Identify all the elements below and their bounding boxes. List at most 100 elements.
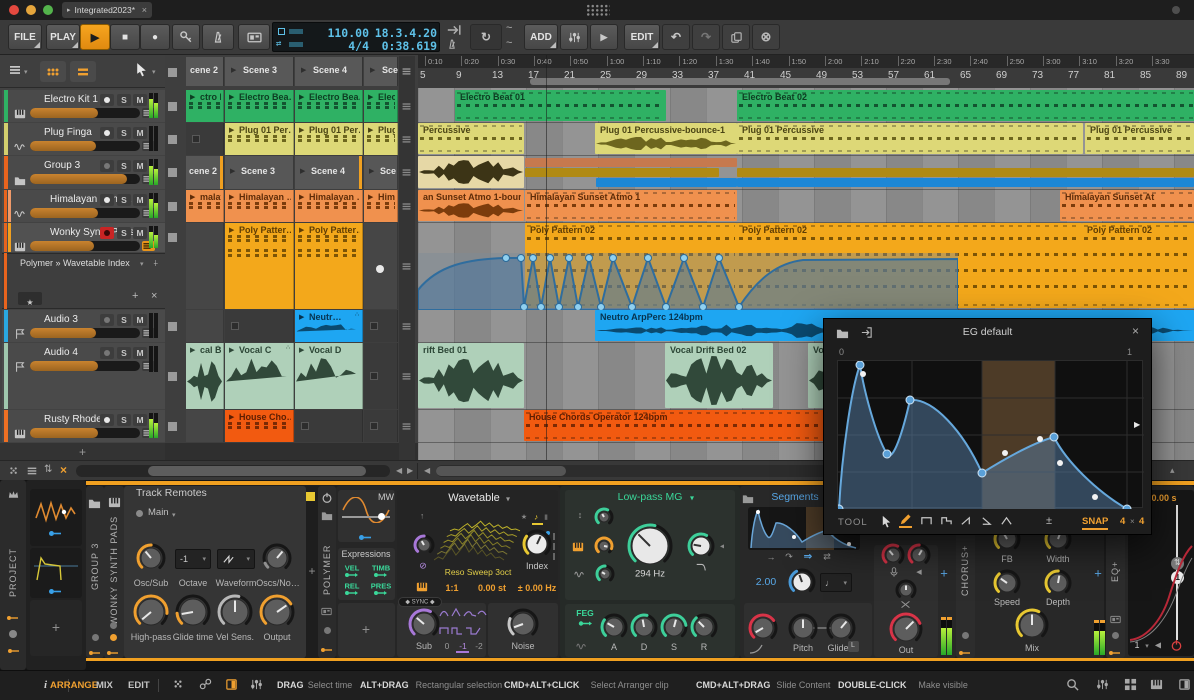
project-module-thumb-osc[interactable] xyxy=(34,496,78,526)
track-name[interactable]: Audio 4 xyxy=(44,347,78,358)
mixer-io-icon[interactable] xyxy=(250,678,263,691)
view-mode-mix[interactable]: MIX xyxy=(96,680,113,691)
arranger-clip[interactable]: Himalayan Sunset Atmo 1 xyxy=(525,190,737,221)
device-knob[interactable] xyxy=(1015,608,1049,642)
scene-header-2[interactable]: cene 2 xyxy=(186,57,224,86)
tab-close-icon[interactable]: × xyxy=(142,5,147,15)
mw-slider-handle[interactable] xyxy=(378,513,385,520)
transport-display[interactable]: ⇄ 110.00 4/4 18.3.4.20 0:38.619 xyxy=(272,22,440,53)
mute-button[interactable]: M xyxy=(133,194,147,206)
eg-ramp-up-tool[interactable] xyxy=(960,515,973,528)
arm-button[interactable] xyxy=(100,314,114,326)
arranger-clip[interactable] xyxy=(525,158,737,167)
arranger-clip[interactable]: Plug 01 Percussive xyxy=(737,123,1083,154)
view-mode-arrange[interactable]: ARRANGE xyxy=(50,680,98,691)
launcher-clip[interactable]: ▶ctro Bea… xyxy=(186,90,224,122)
mute-button[interactable]: M xyxy=(133,94,147,106)
eg-envelope-graph[interactable] xyxy=(837,360,1144,509)
device-knob[interactable] xyxy=(788,613,818,643)
launcher-slot-empty[interactable] xyxy=(364,343,398,409)
tempo-value[interactable]: 110.00 xyxy=(311,26,369,40)
device-knob[interactable] xyxy=(788,568,816,596)
file-menu-button[interactable]: FILE xyxy=(8,24,42,50)
launcher-slot-empty[interactable] xyxy=(186,123,224,155)
metronome-button[interactable] xyxy=(202,24,234,50)
eq-power-icon[interactable] xyxy=(1170,639,1183,652)
waveform-select[interactable]: ▾ xyxy=(217,549,255,569)
launcher-scene-cell[interactable]: ▶ Scene 3 xyxy=(225,156,294,189)
device-knob[interactable] xyxy=(262,543,292,573)
pin-icon[interactable]: ⍭ xyxy=(153,258,158,269)
undo-button[interactable]: ↶ xyxy=(662,24,690,50)
arranger-clip[interactable]: rift Bed 01 xyxy=(418,343,524,408)
device-knob[interactable] xyxy=(881,543,905,567)
device-knob[interactable] xyxy=(627,523,673,569)
scene-row-menu-icon[interactable] xyxy=(401,261,412,272)
launcher-clip[interactable]: ▶Plug 01 Per… xyxy=(225,123,294,155)
grid-icon[interactable] xyxy=(1124,678,1137,691)
device-knob[interactable] xyxy=(259,594,295,630)
device-knob[interactable] xyxy=(175,594,211,630)
scroll-right-arrow[interactable]: ▶ xyxy=(407,466,413,475)
arranger-clip[interactable]: Plug 01 Percussive-bounce-1 xyxy=(595,123,737,154)
device-knob[interactable] xyxy=(594,536,614,556)
duplicate-button[interactable] xyxy=(722,24,750,50)
eq-display-icon[interactable] xyxy=(1110,614,1121,625)
play-button[interactable]: ▶ xyxy=(80,24,110,50)
loop-button[interactable]: ↻ xyxy=(470,24,502,50)
device-knob[interactable] xyxy=(133,594,169,630)
clip-stop-button[interactable] xyxy=(168,201,177,211)
scene-row-menu-icon[interactable] xyxy=(401,421,412,432)
clip-stop-button[interactable] xyxy=(168,168,177,177)
scene-row-menu-icon[interactable] xyxy=(401,321,412,332)
snap-settings-icon[interactable] xyxy=(172,678,185,691)
arm-button[interactable] xyxy=(100,194,114,206)
mute-button[interactable]: M xyxy=(133,414,147,426)
add-track-row[interactable]: + xyxy=(0,443,165,460)
eg-triangle-tool[interactable] xyxy=(1000,515,1013,528)
launcher-slot-empty[interactable] xyxy=(364,410,398,442)
solo-button[interactable]: S xyxy=(117,160,131,172)
time-signature-value[interactable]: 4/4 xyxy=(311,39,369,53)
solo-button[interactable]: S xyxy=(117,94,131,106)
clip-stop-button[interactable] xyxy=(168,321,177,331)
key-input-button[interactable] xyxy=(172,24,200,50)
device-knob[interactable] xyxy=(690,613,718,641)
arranger-clip[interactable]: Poly Pattern 02 xyxy=(1082,223,1194,308)
automation-write-icon[interactable]: ~ xyxy=(506,37,512,49)
eg-range-icon[interactable]: ± xyxy=(1046,515,1052,527)
ruler-zoom-scrollbar[interactable] xyxy=(530,78,950,85)
clip-stop-button[interactable] xyxy=(168,371,177,381)
project-tab[interactable]: ▸ Integrated2023* × xyxy=(62,2,152,18)
eg-square-tool[interactable] xyxy=(920,515,933,528)
scene-header-3[interactable]: ▶ Scene 3 xyxy=(225,57,294,86)
device-knob[interactable] xyxy=(660,613,688,641)
launcher-slot-empty[interactable] xyxy=(295,410,363,442)
device-knob[interactable] xyxy=(600,613,628,641)
automation-param-dropdown-icon[interactable]: ▾ xyxy=(140,260,144,268)
automation-overlay[interactable] xyxy=(418,253,958,310)
arranger-clip[interactable]: Himalayan Sunset At xyxy=(1060,190,1194,221)
launcher-clip[interactable]: ▶ Neutr… ∴ xyxy=(295,310,363,342)
arranger-clip[interactable] xyxy=(525,168,719,177)
launcher-scene-cell[interactable]: ▶ Sce xyxy=(364,156,398,189)
automation-follow-icon[interactable]: ~ xyxy=(506,22,512,34)
track-name[interactable]: Electro Kit 1 xyxy=(44,94,98,105)
launcher-clip[interactable]: ▶ Vocal C ∴ xyxy=(225,343,294,409)
arranger-clip[interactable] xyxy=(596,178,737,187)
launcher-scene-cell[interactable]: ▶ Scene 4 xyxy=(295,156,363,189)
arranger-clip[interactable]: an Sunset Atmo 1-bounce-1 xyxy=(418,190,524,221)
device-knob[interactable] xyxy=(993,569,1021,597)
pointer-tool-button[interactable] xyxy=(134,62,149,77)
device-knob[interactable] xyxy=(889,612,923,646)
zoom-icon[interactable] xyxy=(1066,678,1079,691)
mute-button[interactable]: M xyxy=(133,160,147,172)
launcher-scene-cell[interactable]: cene 2 xyxy=(186,156,224,189)
octave-select[interactable]: -1 ▾ xyxy=(175,549,211,569)
eg-snap-label[interactable]: SNAP xyxy=(1082,516,1109,530)
launcher-clip[interactable]: ▶ cal B ∴ xyxy=(186,343,224,409)
info-icon[interactable]: i xyxy=(44,679,47,691)
scene-header-4[interactable]: ▶ Scene 4 xyxy=(295,57,363,86)
launcher-clip[interactable]: ▶ House Cho… xyxy=(225,410,294,442)
solo-button[interactable]: S xyxy=(117,127,131,139)
